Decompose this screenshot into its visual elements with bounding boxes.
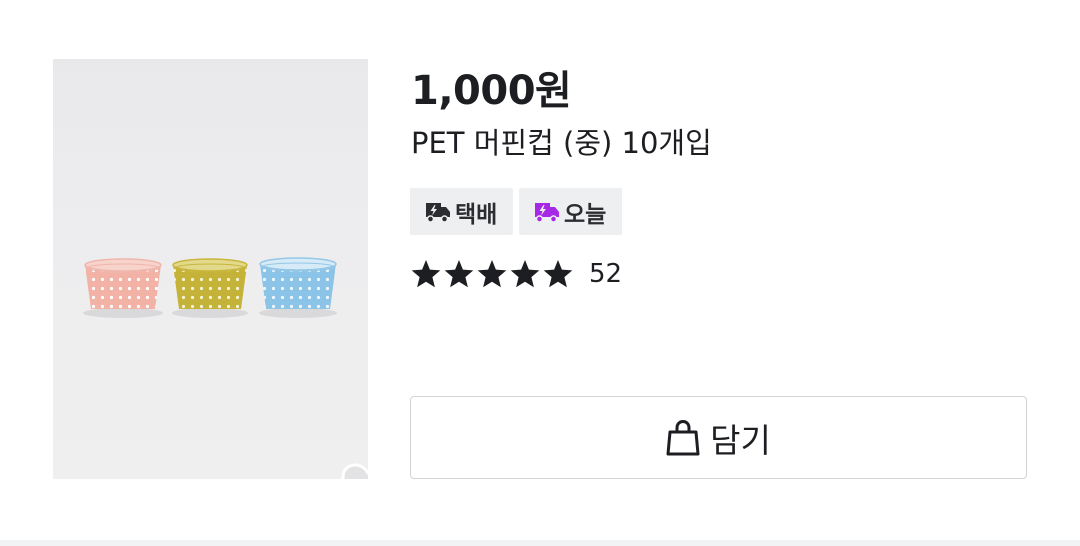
rating-stars — [410, 258, 578, 292]
star-icon — [477, 260, 507, 288]
star-icons — [411, 260, 573, 288]
same-day-delivery-icon — [535, 203, 559, 223]
delivery-badge-today: 오늘 — [519, 188, 622, 235]
star-icon — [444, 260, 474, 288]
star-icon — [543, 260, 573, 288]
section-divider — [0, 540, 1080, 546]
product-price: 1,000원 — [411, 68, 572, 114]
star-icon — [411, 260, 441, 288]
add-to-cart-label: 담기 — [710, 420, 771, 460]
product-title[interactable]: PET 머핀컵 (중) 10개입 — [411, 120, 712, 162]
rating-count: 52 — [589, 259, 623, 289]
muffin-cups-illustration — [83, 257, 337, 318]
heart-icon[interactable] — [341, 463, 368, 479]
delivery-badge-parcel: 택배 — [410, 188, 513, 235]
add-to-cart-button[interactable]: 담기 — [410, 396, 1027, 479]
delivery-badge-label: 오늘 — [564, 201, 607, 228]
delivery-badge-label: 택배 — [455, 201, 498, 228]
star-icon — [510, 260, 540, 288]
shopping-bag-icon — [666, 419, 700, 455]
delivery-truck-icon — [426, 203, 450, 223]
product-card[interactable]: 1,000원 PET 머핀컵 (중) 10개입 택배 오늘 52 담기 — [0, 0, 1080, 540]
product-image[interactable] — [53, 59, 368, 479]
